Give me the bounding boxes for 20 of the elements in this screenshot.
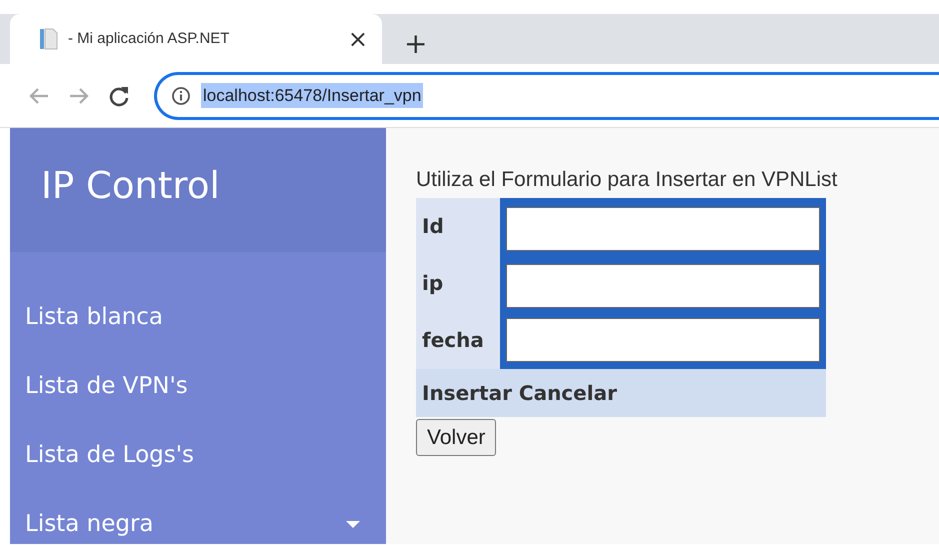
page-icon — [40, 28, 58, 50]
form-actions: Insertar Cancelar — [422, 380, 617, 404]
caret-icon — [346, 520, 360, 528]
input-field[interactable] — [506, 264, 820, 308]
field-label: ip — [416, 254, 500, 312]
form-intro: Utiliza el Formulario para Insertar en VPNList — [416, 167, 838, 193]
address-bar[interactable]: localhost:65478/Insertar_vpn — [154, 72, 939, 120]
close-tab-button[interactable]: × — [348, 27, 368, 51]
new-tab-button[interactable]: + — [404, 30, 428, 58]
browser-tab[interactable]: - Mi aplicación ASP.NET × — [10, 14, 382, 64]
input-field[interactable] — [506, 318, 820, 362]
url-text: localhost:65478/Insertar_vpn — [201, 82, 424, 108]
field-label: Id — [416, 198, 500, 254]
back-button[interactable]: Volver — [416, 418, 496, 456]
reload-button[interactable] — [108, 84, 130, 106]
field-label: fecha — [416, 312, 500, 368]
input-field[interactable] — [506, 207, 820, 251]
brand-title: IP Control — [41, 164, 220, 207]
info-icon — [171, 86, 191, 106]
tab-title: - Mi aplicación ASP.NET — [68, 28, 230, 49]
